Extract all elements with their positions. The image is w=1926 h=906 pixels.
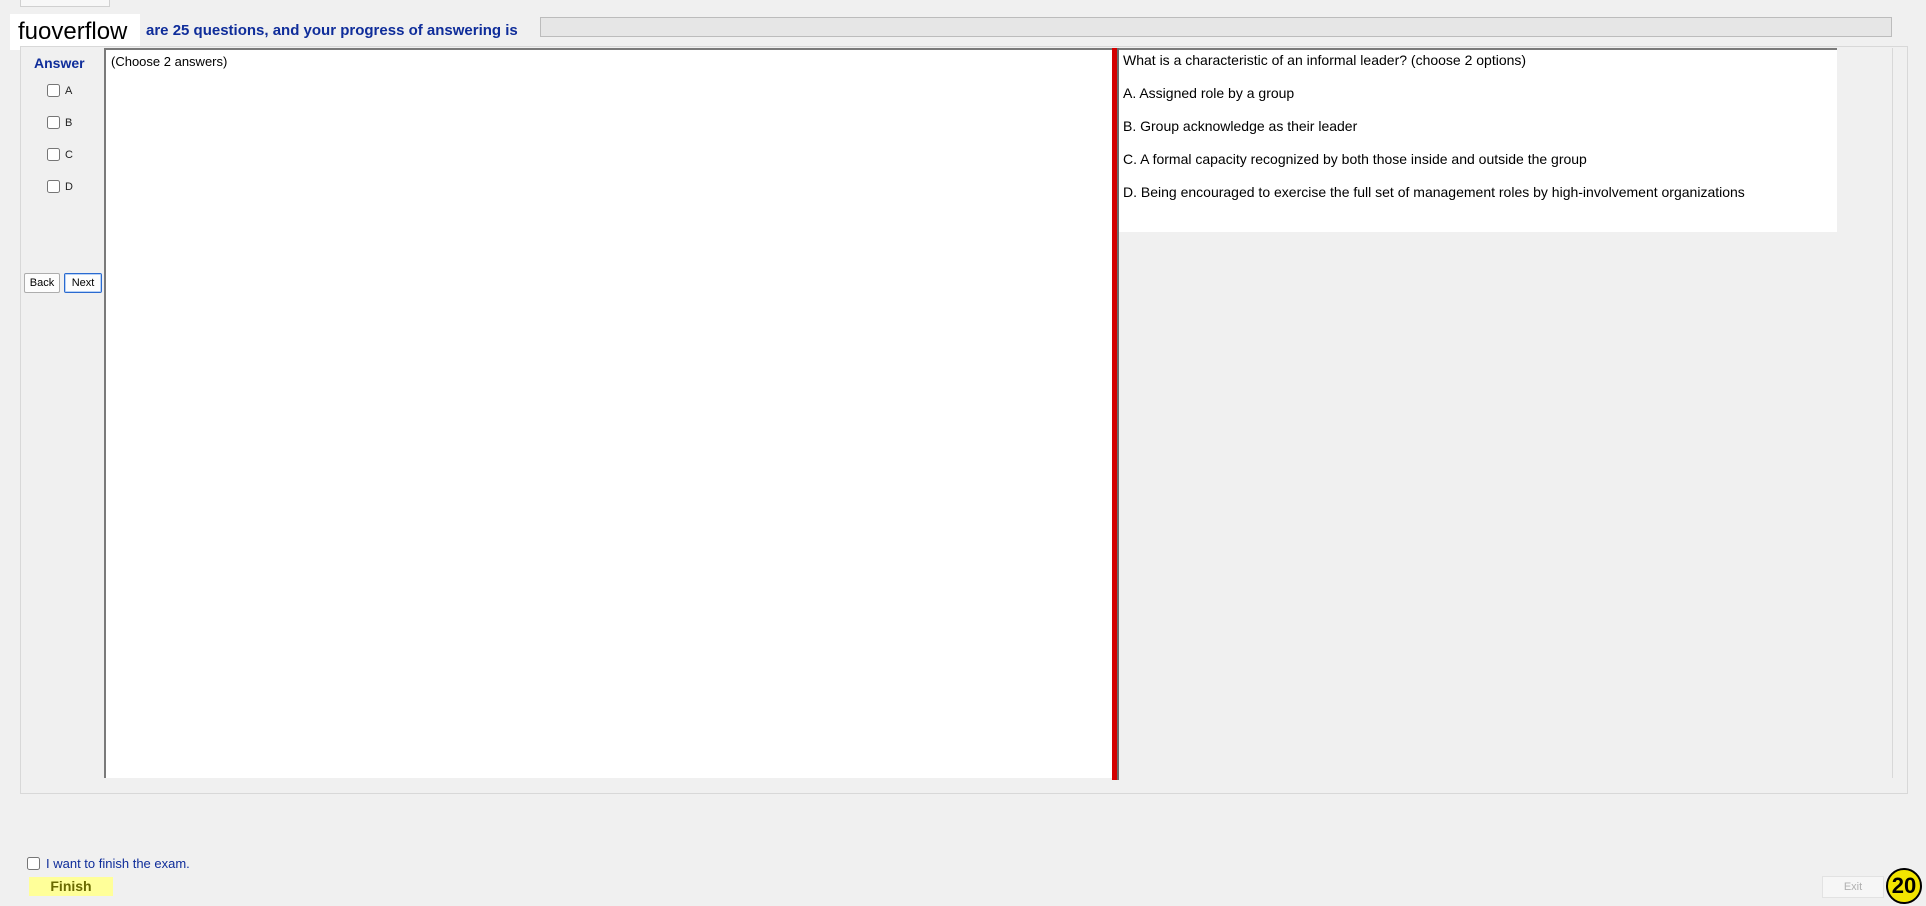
answer-notes-pane[interactable] xyxy=(104,48,1112,778)
answer-option-c[interactable]: C xyxy=(47,148,73,161)
answer-option-label: A xyxy=(65,84,73,97)
next-button[interactable]: Next xyxy=(64,273,102,293)
choose-instruction: (Choose 2 answers) xyxy=(111,54,228,69)
answer-option-label: D xyxy=(65,180,73,193)
finish-exam-label: I want to finish the exam. xyxy=(46,856,190,871)
back-button[interactable]: Back xyxy=(24,273,60,293)
question-choice-c: C. A formal capacity recognized by both … xyxy=(1123,151,1587,167)
answer-option-b[interactable]: B xyxy=(47,116,72,129)
question-text: What is a characteristic of an informal … xyxy=(1123,52,1527,68)
question-box xyxy=(1119,48,1837,232)
top-tab xyxy=(20,0,110,7)
answer-option-label: C xyxy=(65,148,73,161)
answer-option-label: B xyxy=(65,116,73,129)
question-choice-d: D. Being encouraged to exercise the full… xyxy=(1123,184,1745,200)
answer-checkbox-a[interactable] xyxy=(47,84,60,97)
progress-bar xyxy=(540,17,1892,37)
answer-option-a[interactable]: A xyxy=(47,84,72,97)
answer-checkbox-c[interactable] xyxy=(47,148,60,161)
finish-exam-checkbox[interactable] xyxy=(27,857,40,870)
answer-option-d[interactable]: D xyxy=(47,180,73,193)
answer-checkbox-b[interactable] xyxy=(47,116,60,129)
answer-checkbox-d[interactable] xyxy=(47,180,60,193)
logo: fuoverflow xyxy=(10,14,140,50)
question-choice-b: B. Group acknowledge as their leader xyxy=(1123,118,1358,134)
finish-button[interactable]: Finish xyxy=(29,877,113,896)
answer-header: Answer xyxy=(34,55,85,71)
question-number-badge: 20 xyxy=(1886,868,1922,904)
panel-divider xyxy=(1892,48,1893,778)
progress-label: are 25 questions, and your progress of a… xyxy=(146,22,518,39)
question-choice-a: A. Assigned role by a group xyxy=(1123,85,1295,101)
exit-button[interactable]: Exit xyxy=(1822,876,1884,898)
finish-exam-option[interactable]: I want to finish the exam. xyxy=(27,856,190,871)
